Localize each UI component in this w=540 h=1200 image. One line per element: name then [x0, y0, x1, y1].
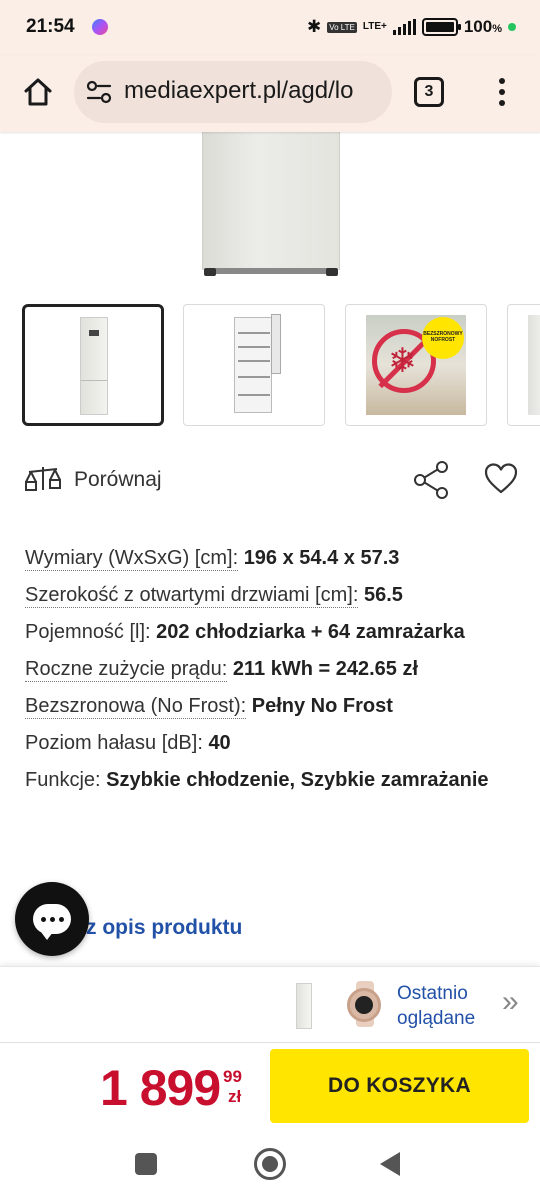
price-main: 1 899 — [100, 1060, 221, 1116]
spec-label-functions: Funkcje: — [25, 769, 101, 791]
recently-viewed-bar[interactable]: Ostatnio oglądane » — [0, 966, 540, 1042]
spec-capacity: Pojemność [l]: 202 chłodziarka + 64 zamr… — [25, 614, 525, 651]
spec-open-width: Szerokość z otwartymi drzwiami [cm]: 56.… — [25, 577, 525, 614]
product-main-image[interactable] — [190, 132, 350, 284]
spec-noise: Poziom hałasu [dB]: 40 — [25, 725, 525, 762]
thumbnail-partial[interactable] — [507, 304, 540, 426]
spec-label-dimensions[interactable]: Wymiary (WxSxG) [cm]: — [25, 547, 239, 571]
battery-percent: 100% — [463, 17, 502, 36]
spec-label-capacity: Pojemność [l]: — [25, 621, 151, 643]
price-cents: 99 — [223, 1067, 242, 1086]
privacy-indicator-icon — [508, 23, 516, 31]
home-button[interactable] — [18, 72, 58, 112]
messenger-notification-icon — [92, 19, 108, 35]
spec-value-energy: 211 kWh = 242.65 zł — [232, 658, 419, 680]
url-text[interactable]: mediaexpert.pl/agd/lo — [124, 77, 353, 105]
chat-bubble-icon — [33, 904, 71, 940]
full-description-link[interactable]: z opis produktu — [86, 916, 242, 940]
spec-label-nofrost[interactable]: Bezszronowa (No Frost): — [25, 695, 247, 719]
spec-value-functions: Szybkie chłodzenie, Szybkie zamrażanie — [106, 769, 489, 791]
chat-button[interactable] — [15, 882, 89, 956]
thumbnail-nofrost[interactable]: ❄ BEZSZRONOWY NOFROST — [345, 304, 487, 426]
product-thumbnail-gallery: ❄ BEZSZRONOWY NOFROST — [22, 304, 540, 428]
add-to-cart-button[interactable]: DO KOSZYKA — [270, 1049, 529, 1123]
spec-dimensions: Wymiary (WxSxG) [cm]: 196 x 54.4 x 57.3 — [25, 540, 525, 577]
status-bar: 21:54 ✱ Vo LTE LTE+ 100% — [0, 0, 540, 56]
snowflake-icon: ❄ — [388, 342, 417, 380]
home-icon — [24, 78, 52, 106]
thumbnail-fridge-open[interactable] — [183, 304, 325, 426]
product-actions: Porównaj — [24, 458, 524, 502]
status-indicators: ✱ Vo LTE LTE+ 100% — [307, 14, 516, 40]
recent-item-watch[interactable] — [344, 981, 386, 1027]
network-type: LTE+ — [362, 21, 387, 32]
site-settings-icon[interactable] — [86, 80, 112, 104]
status-time: 21:54 — [26, 16, 75, 37]
back-button[interactable] — [380, 1152, 400, 1176]
spec-value-noise: 40 — [208, 732, 231, 754]
add-to-cart-bar: 1 899 99 zł DO KOSZYKA — [0, 1042, 540, 1132]
system-navigation-bar — [0, 1132, 540, 1200]
spec-value-capacity: 202 chłodziarka + 64 zamrażarka — [156, 621, 465, 643]
product-specs: Wymiary (WxSxG) [cm]: 196 x 54.4 x 57.3 … — [25, 540, 525, 799]
spec-energy: Roczne zużycie prądu: 211 kWh = 242.65 z… — [25, 651, 525, 688]
double-chevron-right-icon[interactable]: » — [502, 987, 519, 1017]
system-home-button[interactable] — [254, 1148, 286, 1180]
bluetooth-icon: ✱ — [306, 17, 322, 36]
wishlist-heart-icon[interactable] — [484, 462, 518, 496]
spec-value-dimensions: 196 x 54.4 x 57.3 — [243, 547, 400, 569]
spec-nofrost: Bezszronowa (No Frost): Pełny No Frost — [25, 688, 525, 725]
battery-level — [425, 22, 454, 32]
price-currency: zł — [228, 1087, 242, 1106]
recent-item-fridge[interactable] — [296, 983, 312, 1029]
spec-label-noise: Poziom hałasu [dB]: — [25, 732, 203, 754]
spec-label-energy[interactable]: Roczne zużycie prądu: — [25, 658, 228, 682]
recents-button[interactable] — [135, 1153, 157, 1175]
browser-toolbar: mediaexpert.pl/agd/lo 3 — [0, 56, 540, 132]
nofrost-badge: BEZSZRONOWY NOFROST — [422, 317, 464, 359]
spec-value-nofrost: Pełny No Frost — [251, 695, 393, 717]
spec-value-open-width: 56.5 — [363, 584, 403, 606]
tab-switcher-button[interactable]: 3 — [414, 77, 444, 107]
share-icon[interactable] — [412, 460, 452, 500]
browser-menu-button[interactable] — [490, 74, 514, 110]
spec-functions: Funkcje: Szybkie chłodzenie, Szybkie zam… — [25, 762, 525, 799]
compare-link[interactable]: Porównaj — [74, 468, 162, 492]
recently-viewed-label[interactable]: Ostatnio oglądane — [397, 981, 475, 1031]
thumbnail-fridge-front[interactable] — [22, 304, 164, 426]
compare-scale-icon[interactable] — [24, 464, 62, 494]
battery-icon — [421, 18, 461, 36]
url-bar[interactable]: mediaexpert.pl/agd/lo — [74, 61, 392, 123]
volte-icon: Vo LTE — [327, 21, 357, 33]
spec-label-open-width[interactable]: Szerokość z otwartymi drzwiami [cm]: — [25, 584, 359, 608]
signal-icon — [392, 19, 416, 35]
